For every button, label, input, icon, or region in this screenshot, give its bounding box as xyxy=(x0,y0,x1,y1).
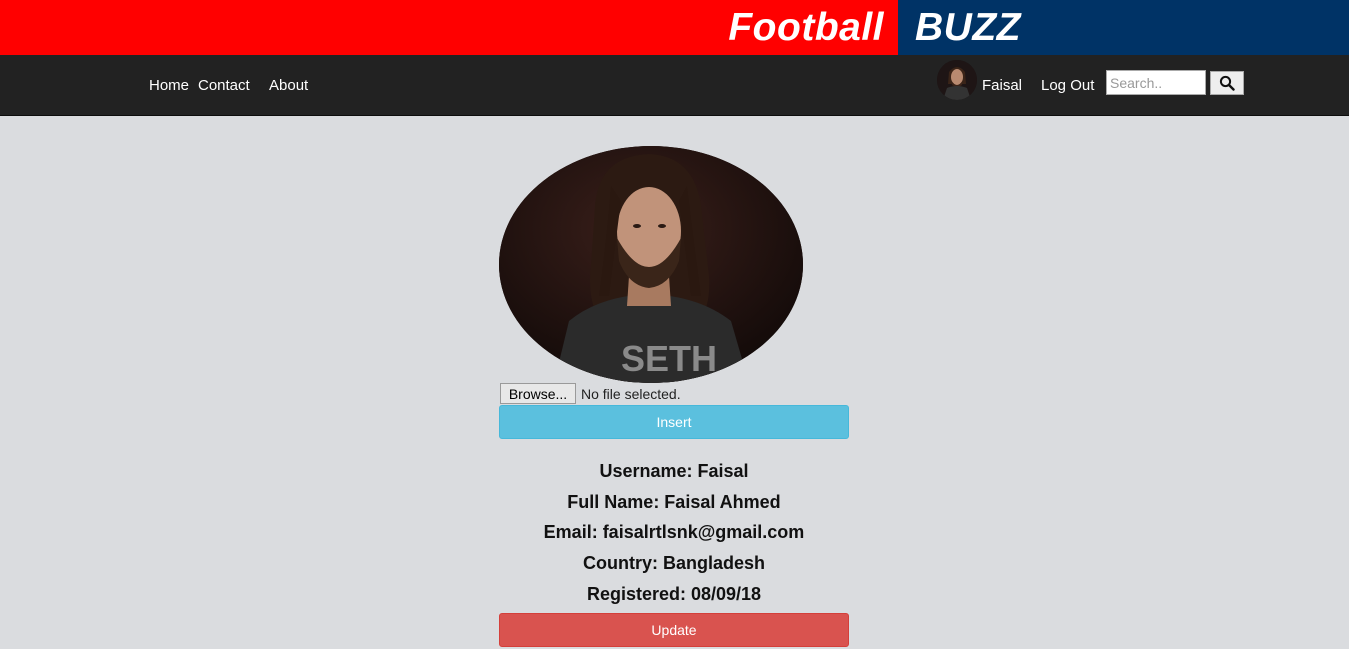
navbar: Home Contact About Faisal Log Out xyxy=(0,55,1349,116)
search-input[interactable] xyxy=(1106,70,1206,95)
brand-football-text: Football xyxy=(728,5,884,49)
nav-user-name[interactable]: Faisal xyxy=(982,77,1022,94)
insert-button[interactable]: Insert xyxy=(499,405,849,439)
brand-banner: Football BUZZ xyxy=(0,0,1349,55)
fullname-text: Full Name: Faisal Ahmed xyxy=(567,492,781,512)
profile-photo-image: SETH xyxy=(499,146,803,383)
nav-contact-link[interactable]: Contact xyxy=(198,77,250,94)
svg-text:SETH: SETH xyxy=(621,338,717,379)
brand-left-panel: Football xyxy=(0,0,898,55)
user-avatar[interactable] xyxy=(937,60,977,100)
nav-home-link[interactable]: Home xyxy=(149,77,189,94)
country-text: Country: Bangladesh xyxy=(582,553,765,573)
nav-logout-link[interactable]: Log Out xyxy=(1041,77,1094,94)
brand-buzz-text: BUZZ xyxy=(915,5,1021,49)
brand-right-panel: BUZZ xyxy=(898,0,1349,55)
nav-about-link[interactable]: About xyxy=(269,77,308,94)
update-button[interactable]: Update xyxy=(499,613,849,647)
search-button[interactable] xyxy=(1210,71,1244,95)
email-text: Email: faisalrtlsnk@gmail.com xyxy=(543,522,805,542)
registered-text: Registered: 08/09/18 xyxy=(586,584,762,604)
avatar-image xyxy=(937,60,977,100)
profile-photo: SETH xyxy=(499,146,803,383)
username-text: Username: Faisal xyxy=(599,461,749,481)
browse-button[interactable]: Browse... xyxy=(500,383,576,404)
file-status-text: No file selected. xyxy=(581,386,681,402)
magnifier-icon xyxy=(1219,75,1235,91)
